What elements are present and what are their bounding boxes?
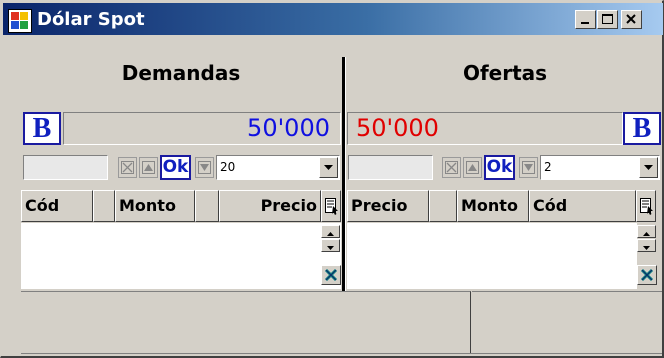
ofertas-grid-clear[interactable] (637, 265, 657, 285)
dolar-spot-window: Dólar Spot Demandas Ofertas B 50'000 50'… (0, 0, 664, 358)
ofertas-clear-button[interactable] (442, 157, 461, 178)
close-button[interactable] (621, 10, 642, 29)
maximize-icon (602, 14, 613, 24)
demandas-scroll-up[interactable] (321, 225, 340, 238)
demandas-ok-button[interactable]: Ok (160, 155, 191, 180)
window-title: Dólar Spot (37, 9, 145, 30)
demandas-header: Demandas (121, 61, 241, 85)
ofertas-ok-button[interactable]: Ok (484, 155, 515, 180)
title-bar[interactable]: Dólar Spot (3, 3, 663, 35)
column-chooser-icon (640, 198, 653, 215)
ofertas-amount-value: 50'000 (356, 114, 439, 142)
demandas-input[interactable] (23, 155, 108, 180)
arrow-up-icon (327, 232, 334, 236)
ofertas-col-spacer[interactable] (429, 190, 457, 222)
demandas-count-value: 20 (220, 160, 236, 174)
maximize-button[interactable] (597, 10, 618, 29)
demandas-down-button[interactable] (195, 157, 214, 178)
status-panel-right (472, 291, 662, 353)
demandas-amount: 50'000 (63, 112, 341, 145)
demandas-col-cod[interactable]: Cód (21, 190, 93, 222)
demandas-col-precio[interactable]: Precio (219, 190, 321, 222)
demandas-b-button[interactable]: B (23, 112, 61, 145)
ofertas-scroll-up[interactable] (637, 225, 656, 238)
chevron-down-icon[interactable] (639, 157, 658, 178)
demandas-clear-button[interactable] (118, 157, 137, 178)
ofertas-column-chooser[interactable] (636, 190, 656, 222)
demandas-col-spacer-2[interactable] (195, 190, 219, 222)
ofertas-input[interactable] (348, 155, 433, 180)
arrow-down-icon (327, 246, 334, 250)
demandas-scroll-down[interactable] (321, 239, 340, 252)
demandas-col-spacer[interactable] (93, 190, 115, 222)
ofertas-count-select[interactable]: 2 (540, 155, 660, 180)
arrow-up-icon (466, 161, 479, 174)
demandas-grid-clear[interactable] (321, 265, 341, 285)
ofertas-col-monto[interactable]: Monto (457, 190, 529, 222)
column-chooser-icon (325, 198, 338, 215)
demandas-column-chooser[interactable] (321, 190, 341, 222)
ofertas-count-value: 2 (544, 160, 552, 174)
arrow-down-icon (643, 246, 650, 250)
close-icon (626, 14, 636, 24)
status-panel-left (21, 291, 471, 353)
ofertas-col-precio[interactable]: Precio (347, 190, 429, 222)
arrow-down-icon (198, 161, 211, 174)
demandas-up-button[interactable] (139, 157, 158, 178)
grid-clear-icon (324, 268, 338, 282)
demandas-grid[interactable] (21, 223, 341, 289)
clear-x-icon (445, 161, 458, 174)
demandas-amount-value: 50'000 (247, 114, 330, 142)
arrow-up-icon (643, 232, 650, 236)
ofertas-amount: 50'000 (347, 112, 623, 145)
ofertas-scroll-down[interactable] (637, 239, 656, 252)
arrow-down-icon (522, 161, 535, 174)
ofertas-col-cod[interactable]: Cód (529, 190, 636, 222)
clear-x-icon (121, 161, 134, 174)
grid-clear-icon (640, 268, 654, 282)
minimize-icon (581, 22, 589, 24)
demandas-count-select[interactable]: 20 (216, 155, 340, 180)
minimize-button[interactable] (575, 10, 596, 29)
chevron-down-icon[interactable] (319, 157, 338, 178)
demandas-col-monto[interactable]: Monto (115, 190, 195, 222)
ofertas-b-button[interactable]: B (623, 112, 661, 145)
arrow-up-icon (142, 161, 155, 174)
ofertas-down-button[interactable] (519, 157, 538, 178)
ofertas-header: Ofertas (462, 61, 548, 85)
ofertas-grid[interactable] (347, 223, 637, 289)
ofertas-up-button[interactable] (463, 157, 482, 178)
app-icon[interactable] (8, 9, 32, 33)
